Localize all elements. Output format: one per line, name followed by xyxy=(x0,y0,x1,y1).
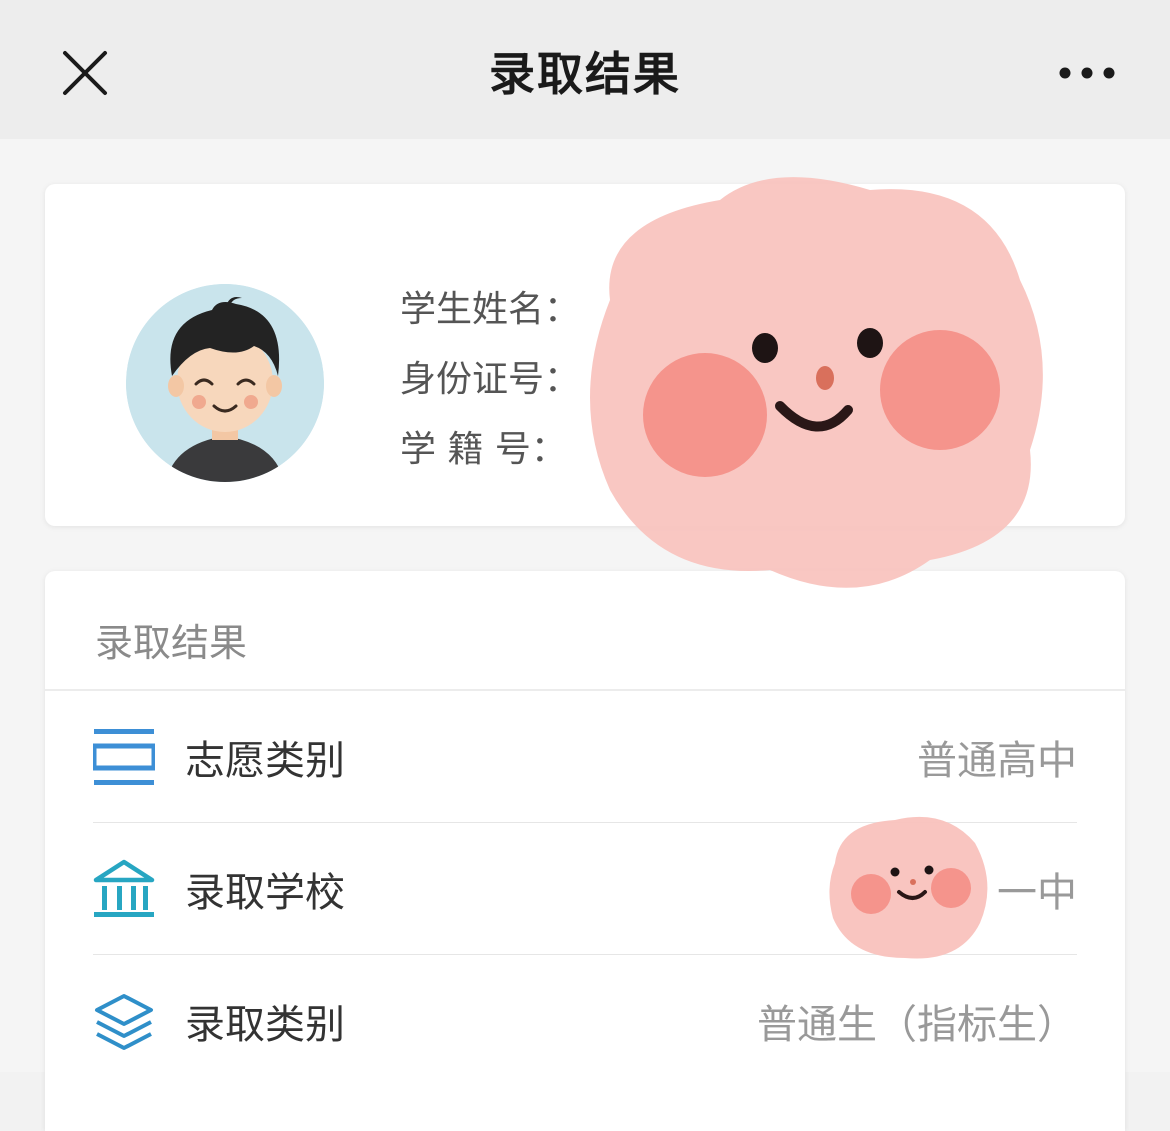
more-dots-icon xyxy=(1059,67,1115,79)
id-number-row: 身份证号： xyxy=(400,352,590,422)
admission-category-label: 录取类别 xyxy=(185,1002,345,1048)
list-item-preference-type[interactable]: 志愿类别 普通高中 xyxy=(93,691,1077,823)
result-section-title: 录取结果 xyxy=(45,571,1125,691)
page-title: 录取结果 xyxy=(489,47,681,101)
page-body: 学生姓名： 身份证号： 学 籍 号： 录取结果 志愿类别 普通高中 录取学校 一… xyxy=(0,139,1170,1131)
preference-type-value: 普通高中 xyxy=(917,737,1077,784)
more-button[interactable] xyxy=(1052,56,1122,90)
student-profile-card: 学生姓名： 身份证号： 学 籍 号： xyxy=(45,184,1125,526)
list-item-admission-category[interactable]: 录取类别 普通生（指标生） xyxy=(93,955,1077,1087)
student-name-row: 学生姓名： xyxy=(400,282,590,352)
admission-category-value: 普通生（指标生） xyxy=(757,1002,1077,1048)
student-number-label: 学 籍 号： xyxy=(400,429,567,470)
student-name-label: 学生姓名： xyxy=(400,289,581,330)
id-number-label: 身份证号： xyxy=(400,359,581,400)
list-item-admitted-school[interactable]: 录取学校 一中 xyxy=(93,823,1077,955)
admitted-school-value: 一中 xyxy=(997,869,1077,916)
layers-icon xyxy=(93,990,155,1052)
list-frame-icon xyxy=(93,726,155,788)
boy-avatar-icon xyxy=(126,284,324,482)
school-building-icon xyxy=(93,858,155,920)
avatar xyxy=(126,284,324,482)
admission-result-card: 录取结果 志愿类别 普通高中 录取学校 一中 录取类别 普通生（指标生） xyxy=(45,571,1125,1131)
student-number-row: 学 籍 号： xyxy=(400,422,590,492)
student-info: 学生姓名： 身份证号： 学 籍 号： xyxy=(400,282,590,492)
top-navbar: 录取结果 xyxy=(0,0,1170,139)
preference-type-label: 志愿类别 xyxy=(185,737,345,784)
admitted-school-label: 录取学校 xyxy=(185,869,345,916)
